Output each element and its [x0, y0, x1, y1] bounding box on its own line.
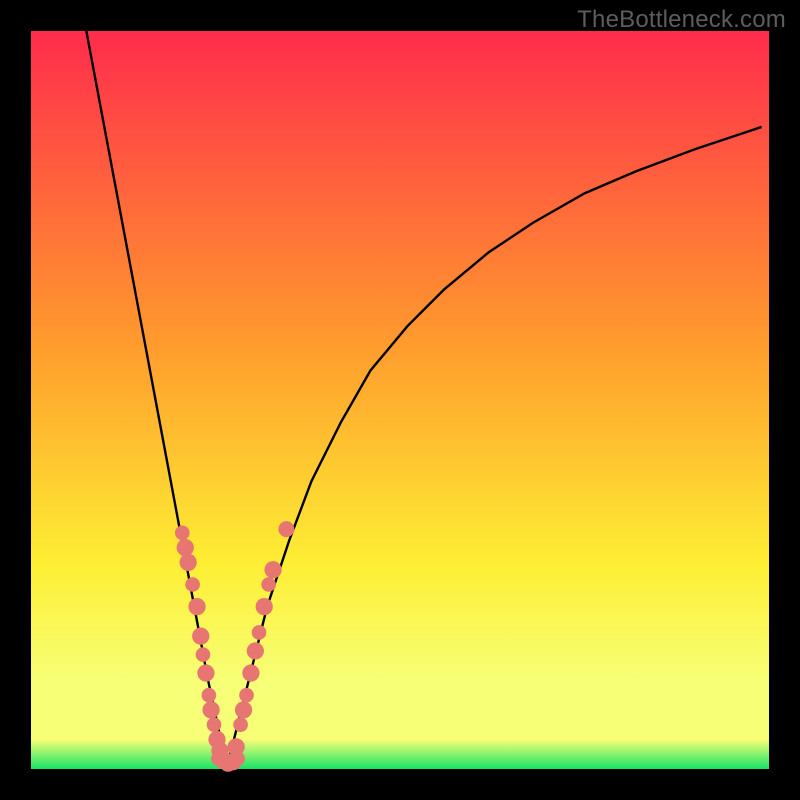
data-marker — [197, 664, 214, 681]
watermark-text: TheBottleneck.com — [577, 6, 786, 34]
data-marker — [202, 688, 217, 703]
data-marker — [256, 598, 273, 615]
curve-right — [227, 127, 762, 769]
data-marker — [188, 598, 205, 615]
data-marker — [242, 664, 259, 681]
data-marker — [233, 717, 248, 732]
data-marker — [278, 521, 294, 537]
data-marker — [239, 688, 254, 703]
data-marker — [264, 561, 281, 578]
data-marker — [228, 738, 245, 755]
data-marker — [196, 647, 211, 662]
data-marker — [235, 701, 252, 718]
data-marker — [261, 577, 276, 592]
data-marker — [202, 701, 219, 718]
chart-svg — [31, 31, 769, 769]
data-marker — [247, 642, 264, 659]
data-marker — [207, 717, 222, 732]
chart-frame: TheBottleneck.com — [0, 0, 800, 800]
data-marker — [252, 625, 267, 640]
data-marker — [175, 526, 190, 541]
data-marker — [180, 554, 197, 571]
data-marker — [177, 539, 194, 556]
data-marker — [185, 577, 200, 592]
data-marker — [192, 628, 209, 645]
